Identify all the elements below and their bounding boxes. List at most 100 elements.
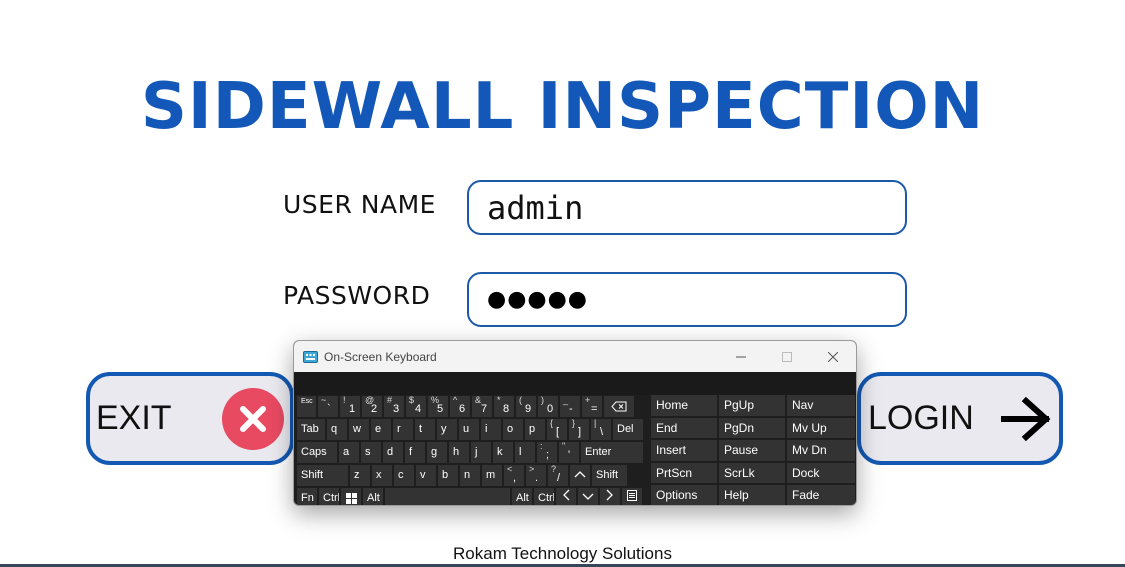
key-pgup[interactable]: PgUp: [719, 395, 785, 416]
key-backspace[interactable]: [604, 396, 634, 417]
key-d[interactable]: d: [383, 442, 403, 463]
key-g[interactable]: g: [427, 442, 447, 463]
key-u[interactable]: u: [459, 419, 479, 440]
key-i[interactable]: i: [481, 419, 501, 440]
password-field[interactable]: ●●●●●: [467, 272, 907, 327]
key-minus[interactable]: _ -: [560, 396, 580, 417]
key-comma[interactable]: <,: [504, 465, 524, 486]
key-9[interactable]: (9: [516, 396, 536, 417]
key-home[interactable]: Home: [651, 395, 717, 416]
key-scrlk[interactable]: ScrLk: [719, 462, 785, 483]
key-j[interactable]: j: [471, 442, 491, 463]
key-del[interactable]: Del: [613, 419, 643, 440]
key-backslash[interactable]: | \: [591, 419, 611, 440]
maximize-button[interactable]: [764, 341, 810, 372]
key-quote[interactable]: " ': [559, 442, 579, 463]
key-e[interactable]: e: [371, 419, 391, 440]
key-l[interactable]: l: [515, 442, 535, 463]
key-shift-right[interactable]: Shift: [592, 465, 627, 486]
key-open-bracket[interactable]: {[: [547, 419, 567, 440]
password-mask: ●●●●●: [487, 287, 588, 312]
key-end[interactable]: End: [651, 417, 717, 438]
key-pgdn[interactable]: PgDn: [719, 417, 785, 438]
close-window-button[interactable]: [810, 341, 856, 372]
key-r[interactable]: r: [393, 419, 413, 440]
key-arrow-right[interactable]: [600, 488, 620, 505]
key-2[interactable]: @2: [362, 396, 382, 417]
login-button[interactable]: LOGIN: [857, 372, 1063, 465]
key-period[interactable]: >.: [526, 465, 546, 486]
key-options[interactable]: Options: [651, 485, 717, 505]
key-q[interactable]: q: [327, 419, 347, 440]
key-dock[interactable]: Dock: [787, 462, 855, 483]
key-insert[interactable]: Insert: [651, 440, 717, 461]
key-arrow-up[interactable]: [570, 465, 590, 486]
on-screen-keyboard: On-Screen Keyboard Esc ~ ` ! 1 @2 #3 $4 % 5…: [293, 340, 857, 506]
key-caps[interactable]: Caps: [297, 442, 337, 463]
key-n[interactable]: n: [460, 465, 480, 486]
key-alt-right[interactable]: Alt: [512, 488, 532, 505]
key-x[interactable]: x: [372, 465, 392, 486]
key-y[interactable]: y: [437, 419, 457, 440]
osk-window-title: On-Screen Keyboard: [324, 349, 437, 364]
chevron-left-icon: [563, 489, 570, 501]
key-0[interactable]: ) 0: [538, 396, 558, 417]
key-t[interactable]: t: [415, 419, 435, 440]
osk-titlebar: On-Screen Keyboard: [294, 341, 856, 372]
key-close-bracket[interactable]: }]: [569, 419, 589, 440]
key-enter[interactable]: Enter: [581, 442, 643, 463]
key-arrow-down[interactable]: [578, 488, 598, 505]
key-p[interactable]: p: [525, 419, 545, 440]
key-pause[interactable]: Pause: [719, 440, 785, 461]
key-windows[interactable]: [341, 488, 361, 505]
exit-button[interactable]: EXIT: [86, 372, 294, 465]
keyboard-row-bottom: Fn Ctrl Alt Alt Ctrl: [297, 488, 642, 505]
key-v[interactable]: v: [416, 465, 436, 486]
key-menu[interactable]: [622, 488, 642, 505]
key-fn[interactable]: Fn: [297, 488, 317, 505]
key-s[interactable]: s: [361, 442, 381, 463]
key-7[interactable]: & 7: [472, 396, 492, 417]
key-semicolon[interactable]: :;: [537, 442, 557, 463]
key-o[interactable]: o: [503, 419, 523, 440]
key-equals[interactable]: + =: [582, 396, 602, 417]
key-mv-dn[interactable]: Mv Dn: [787, 440, 855, 461]
key-z[interactable]: z: [350, 465, 370, 486]
key-k[interactable]: k: [493, 442, 513, 463]
key-m[interactable]: m: [482, 465, 502, 486]
menu-icon: [627, 490, 637, 501]
key-slash[interactable]: ? /: [548, 465, 568, 486]
key-8[interactable]: * 8: [494, 396, 514, 417]
key-prtscn[interactable]: PrtScn: [651, 462, 717, 483]
key-tab[interactable]: Tab: [297, 419, 325, 440]
key-ctrl-left[interactable]: Ctrl: [319, 488, 339, 505]
key-1[interactable]: ! 1: [340, 396, 360, 417]
key-6[interactable]: ^ 6: [450, 396, 470, 417]
key-c[interactable]: c: [394, 465, 414, 486]
key-mv-up[interactable]: Mv Up: [787, 417, 855, 438]
key-shift-left[interactable]: Shift: [297, 465, 348, 486]
username-field[interactable]: admin: [467, 180, 907, 235]
key-4[interactable]: $4: [406, 396, 426, 417]
key-fade[interactable]: Fade: [787, 485, 855, 505]
key-alt-left[interactable]: Alt: [363, 488, 383, 505]
key-h[interactable]: h: [449, 442, 469, 463]
key-w[interactable]: w: [349, 419, 369, 440]
key-a[interactable]: a: [339, 442, 359, 463]
key-esc[interactable]: Esc: [297, 396, 316, 417]
key-b[interactable]: b: [438, 465, 458, 486]
key-f[interactable]: f: [405, 442, 425, 463]
key-backtick[interactable]: ~ `: [318, 396, 338, 417]
key-5[interactable]: % 5: [428, 396, 448, 417]
key-nav[interactable]: Nav: [787, 395, 855, 416]
chevron-down-icon: [582, 493, 594, 500]
keyboard-row-numbers: Esc ~ ` ! 1 @2 #3 $4 % 5 ^ 6 & 7 * 8 (9 ) 0 _ - …: [297, 396, 634, 417]
key-ctrl-right[interactable]: Ctrl: [534, 488, 554, 505]
key-arrow-left[interactable]: [556, 488, 576, 505]
minimize-icon: [736, 356, 746, 357]
minimize-button[interactable]: [718, 341, 764, 372]
key-help[interactable]: Help: [719, 485, 785, 505]
chevron-up-icon: [574, 471, 586, 478]
key-space[interactable]: [385, 488, 510, 505]
key-3[interactable]: #3: [384, 396, 404, 417]
